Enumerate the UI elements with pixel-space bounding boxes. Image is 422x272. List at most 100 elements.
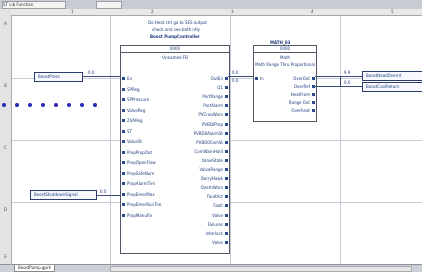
output-pin-label: ValveRange <box>199 167 224 172</box>
output-pin-label: Range Out <box>288 100 310 105</box>
output-pin-marker[interactable] <box>225 140 228 144</box>
variable-output[interactable]: BoostCoolReturn <box>362 82 422 92</box>
output-pin-marker[interactable] <box>225 104 228 108</box>
input-pin-label: PropAlarmTim <box>127 181 155 186</box>
output-pin-marker[interactable] <box>225 95 228 99</box>
ruler-label: 3 <box>231 9 234 14</box>
input-pin-marker[interactable] <box>122 192 125 196</box>
comment-line: check and see both ntly <box>152 27 200 32</box>
ruler-label: A <box>4 21 7 26</box>
output-pin-label: OverRef <box>293 84 310 89</box>
input-pin-marker[interactable] <box>122 98 125 101</box>
output-pin-label: PVBD0ComSt <box>196 139 223 145</box>
top-ruler: 1 2 3 4 5 <box>11 9 422 16</box>
output-pin-label: OverOut <box>293 76 310 81</box>
output-pin-marker[interactable] <box>312 109 315 112</box>
output-pin-marker[interactable] <box>225 213 228 217</box>
input-pin-label: PropEmerRunTim <box>127 202 162 207</box>
output-pin-marker[interactable] <box>225 77 228 80</box>
toolbar-field-2[interactable] <box>96 1 122 9</box>
input-pin-label: En <box>127 76 133 81</box>
output-pin-marker[interactable] <box>225 131 228 135</box>
output-pin-marker[interactable] <box>225 222 228 226</box>
ruler-label: C <box>4 145 7 150</box>
output-pin-marker[interactable] <box>312 77 315 80</box>
ruler-label: D <box>3 207 8 212</box>
output-pin-label: Interlock <box>205 230 223 236</box>
output-pin-marker[interactable] <box>225 158 228 162</box>
wire[interactable] <box>315 76 362 77</box>
left-ruler: A B C D E <box>0 9 12 267</box>
fb-header: 0000 <box>254 46 316 53</box>
output-pin-marker[interactable] <box>225 149 228 153</box>
output-pin-marker[interactable] <box>225 177 228 181</box>
variable-input[interactable]: BoostPress <box>34 72 83 82</box>
function-block-main[interactable]: 0000 Unnamed FB En SPReg SPPressure ValveRe… <box>120 45 230 254</box>
input-pin-marker[interactable] <box>255 77 258 80</box>
input-pin-marker[interactable] <box>122 87 125 91</box>
output-pin-label: Fault <box>213 203 223 209</box>
output-pin-marker[interactable] <box>225 240 228 244</box>
input-pin-label: PropManuFix <box>127 212 153 218</box>
input-pin-label: PropOpenFlow <box>127 160 156 165</box>
output-pin-marker[interactable] <box>312 93 315 96</box>
dotted-overlay-dot <box>2 103 6 107</box>
input-pin-label: ValveSt <box>127 139 142 144</box>
wire[interactable] <box>82 76 120 77</box>
output-pin-label: OutEn <box>210 76 223 81</box>
dotted-overlay-dot <box>54 103 58 107</box>
dotted-overlay-dot <box>15 103 19 107</box>
dotted-overlay-dot <box>28 103 32 107</box>
output-pin-marker[interactable] <box>225 122 228 126</box>
input-pin-marker[interactable] <box>122 150 125 154</box>
wire[interactable] <box>340 76 341 86</box>
comment-line: Do Heat ctrl go to SES output <box>148 20 207 25</box>
fb-instance-name: Boost PumpController <box>150 34 200 39</box>
output-pin-marker[interactable] <box>312 101 315 104</box>
output-pin-label: HeatFrom <box>290 92 310 97</box>
output-pin-marker[interactable] <box>225 231 228 235</box>
dotted-overlay-dot <box>41 103 45 107</box>
fb-type: Unnamed FB <box>162 55 188 60</box>
fb-header: 0000 <box>121 46 229 53</box>
ruler-label: 5 <box>391 9 394 14</box>
input-pin-marker[interactable] <box>122 77 125 80</box>
input-pin-marker[interactable] <box>122 140 125 143</box>
input-pin-marker[interactable] <box>122 182 125 185</box>
output-pin-label: PortAlarm <box>203 103 223 109</box>
output-pin-label: Failures <box>207 221 223 227</box>
input-pin-label: ST <box>127 128 132 134</box>
fb-type: Math <box>279 55 290 60</box>
input-pin-label: SPPressure <box>127 97 150 102</box>
input-pin-marker[interactable] <box>122 129 125 133</box>
input-pin-marker[interactable] <box>122 213 125 217</box>
output-pin-marker[interactable] <box>225 86 228 90</box>
input-pin-marker[interactable] <box>122 119 125 122</box>
input-pin-marker[interactable] <box>122 171 125 175</box>
dotted-overlay-dot <box>80 103 84 107</box>
wire-value: 0.0 <box>232 78 239 83</box>
input-pin-label: SPReg <box>127 86 140 92</box>
output-pin-marker[interactable] <box>225 195 228 199</box>
output-pin-marker[interactable] <box>225 186 228 190</box>
input-pin-marker[interactable] <box>122 203 125 206</box>
toolbar-field[interactable]: ST Lib Function <box>2 1 66 9</box>
output-pin-marker[interactable] <box>225 113 228 117</box>
wire[interactable] <box>228 76 253 77</box>
wire[interactable] <box>315 86 362 87</box>
output-pin-marker[interactable] <box>225 204 228 208</box>
dotted-overlay-dot <box>93 103 97 107</box>
variable-input[interactable]: BoostShutdownSignal <box>30 190 97 200</box>
input-pin-marker[interactable] <box>122 108 125 112</box>
output-pin-label: FaultAct <box>206 194 223 200</box>
input-pin-label: In <box>260 76 264 81</box>
wire[interactable] <box>96 195 120 196</box>
function-block-math[interactable]: 0000 Math Math Range Thru Proportional I… <box>253 45 317 122</box>
variable-output[interactable]: BoostHeadOverrd <box>362 71 422 81</box>
input-pin-marker[interactable] <box>122 161 125 164</box>
output-pin-label: Valve <box>212 239 223 245</box>
ruler-label: 1 <box>71 9 74 14</box>
horizontal-scrollbar[interactable] <box>110 266 412 272</box>
output-pin-marker[interactable] <box>225 168 228 171</box>
dotted-overlay-dot <box>67 103 71 107</box>
